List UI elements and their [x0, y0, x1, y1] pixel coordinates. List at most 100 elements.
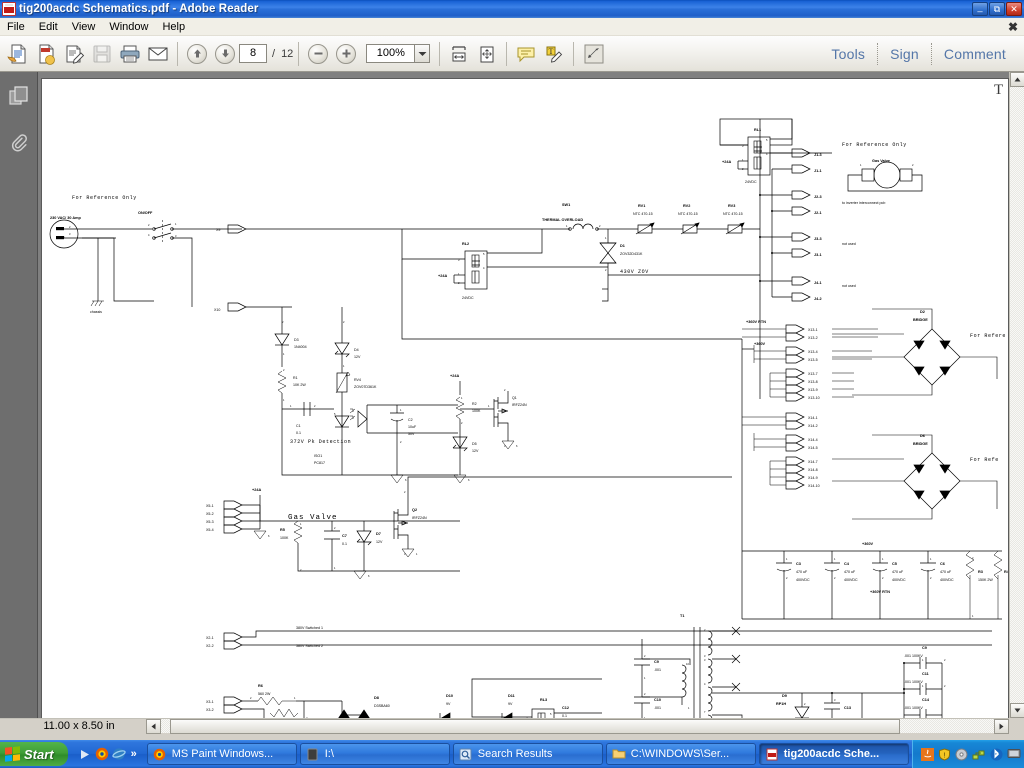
scroll-up-button[interactable]: [1010, 72, 1024, 87]
email-icon[interactable]: [144, 39, 172, 69]
bluetooth-icon[interactable]: [990, 747, 1003, 761]
taskbar-item-drive-i[interactable]: I:\: [299, 743, 450, 765]
document-viewport[interactable]: For Reference Only 230 VAC/ 30 Amp 2 3 4…: [38, 72, 1009, 718]
svg-text:1: 1: [294, 696, 296, 700]
page-thumbnails-icon[interactable]: [0, 72, 38, 120]
pdf-document-icon: [765, 747, 779, 761]
minimize-button[interactable]: _: [972, 2, 988, 16]
system-tray: ! 8:13 AM: [911, 740, 1024, 768]
start-button-label: Start: [24, 746, 54, 762]
svg-text:2: 2: [944, 658, 946, 662]
page-separator: /: [272, 47, 276, 60]
svg-text:1N4004: 1N4004: [294, 345, 307, 349]
svg-text:X14-8: X14-8: [808, 468, 818, 472]
svg-text:12V: 12V: [472, 449, 479, 453]
svg-text:1: 1: [175, 222, 177, 226]
menu-item-window[interactable]: Window: [102, 20, 155, 34]
svg-text:2: 2: [314, 404, 316, 408]
svg-text:1: 1: [343, 364, 345, 368]
start-button[interactable]: Start: [0, 742, 68, 766]
svg-text:1: 1: [688, 706, 690, 710]
scroll-left-button[interactable]: [146, 719, 161, 734]
highlight-text-icon[interactable]: T: [540, 39, 568, 69]
taskbar-item-search-results[interactable]: Search Results: [452, 743, 603, 765]
taskbar-item-adobe-reader[interactable]: tig200acdc Sche...: [758, 743, 909, 765]
display-icon[interactable]: [1007, 747, 1021, 761]
ie-icon[interactable]: [111, 747, 126, 761]
svg-text:400VDC: 400VDC: [796, 578, 810, 582]
toolbar-separator-4: [506, 41, 508, 66]
svg-text:400VDC: 400VDC: [892, 578, 906, 582]
scroll-down-button[interactable]: [1010, 703, 1024, 718]
network-icon[interactable]: [972, 747, 986, 761]
svg-text:RL3: RL3: [540, 698, 547, 702]
sticky-note-icon[interactable]: [512, 39, 540, 69]
svg-text:2: 2: [404, 490, 406, 494]
taskbar-item-mspaint[interactable]: MS Paint Windows...: [146, 743, 297, 765]
svg-text:C2: C2: [408, 418, 413, 422]
create-pdf-icon[interactable]: [32, 39, 60, 69]
previous-page-button[interactable]: [183, 39, 211, 69]
next-page-button[interactable]: [211, 39, 239, 69]
page-number-input[interactable]: 8: [239, 44, 267, 63]
tools-button[interactable]: Tools: [819, 46, 877, 62]
svg-text:C5: C5: [892, 562, 897, 566]
shield-warning-icon[interactable]: !: [938, 747, 951, 761]
scroll-right-button[interactable]: [994, 719, 1009, 734]
firefox-icon[interactable]: [95, 747, 109, 761]
menu-item-edit[interactable]: Edit: [32, 20, 65, 34]
sign-button[interactable]: Sign: [878, 46, 931, 62]
svg-text:D1: D1: [620, 244, 625, 248]
horizontal-scroll-thumb[interactable]: [170, 719, 900, 734]
menu-item-view[interactable]: View: [65, 20, 103, 34]
zoom-level-input[interactable]: 100%: [366, 44, 415, 63]
svg-text:470 uF: 470 uF: [940, 570, 952, 574]
horizontal-scrollbar[interactable]: [146, 718, 1009, 734]
svg-text:1: 1: [290, 404, 292, 408]
svg-text:12V: 12V: [354, 355, 361, 359]
chevron-down-icon[interactable]: [414, 44, 431, 63]
fit-page-icon[interactable]: [473, 39, 501, 69]
close-button[interactable]: ✕: [1006, 2, 1022, 16]
svg-text:X14-1: X14-1: [808, 416, 818, 420]
menu-item-help[interactable]: Help: [155, 20, 192, 34]
disc-icon[interactable]: [955, 747, 968, 761]
svg-text:+360V: +360V: [862, 542, 874, 546]
menu-item-file[interactable]: File: [0, 20, 32, 34]
svg-text:R3: R3: [978, 570, 983, 574]
svg-text:Q2: Q2: [412, 508, 417, 512]
fit-width-icon[interactable]: [445, 39, 473, 69]
restore-button[interactable]: ⧉: [989, 2, 1005, 16]
svg-text:1: 1: [400, 408, 402, 412]
close-document-button[interactable]: ✖: [1008, 20, 1018, 34]
window-titlebar: tig200acdc Schematics.pdf - Adobe Reader…: [0, 0, 1024, 18]
svg-text:X14-5: X14-5: [808, 446, 818, 450]
attachments-icon[interactable]: [0, 120, 38, 168]
schematic-drawing: For Reference Only 230 VAC/ 30 Amp 2 3 4…: [49, 118, 1008, 718]
windows-logo-icon: [5, 746, 20, 762]
svg-text:D5: D5: [472, 442, 477, 446]
comment-button[interactable]: Comment: [932, 46, 1024, 62]
open-file-icon[interactable]: [4, 39, 32, 69]
svg-text:D9: D9: [782, 694, 787, 698]
vertical-scrollbar[interactable]: [1009, 72, 1024, 718]
svg-text:+24A: +24A: [252, 488, 261, 492]
zoom-out-button[interactable]: [304, 39, 332, 69]
taskbar-item-windows-folder[interactable]: C:\WINDOWS\Ser...: [605, 743, 756, 765]
svg-text:D11: D11: [508, 694, 515, 698]
media-player-icon[interactable]: [78, 747, 92, 761]
full-screen-icon[interactable]: [579, 39, 609, 69]
svg-text:ISO1: ISO1: [314, 454, 322, 458]
svg-text:.001: .001: [654, 706, 661, 710]
edit-pdf-icon[interactable]: [60, 39, 88, 69]
svg-text:10K 2W: 10K 2W: [293, 383, 306, 387]
text-select-cursor-icon: T: [994, 82, 1004, 98]
quick-launch-overflow[interactable]: »: [131, 748, 137, 760]
java-icon[interactable]: [920, 747, 934, 761]
svg-text:X13-1: X13-1: [808, 328, 818, 332]
print-icon[interactable]: [116, 39, 144, 69]
zoom-in-button[interactable]: [332, 39, 360, 69]
svg-text:D4: D4: [354, 348, 359, 352]
svg-text:1: 1: [922, 684, 924, 688]
svg-text:X13-4: X13-4: [808, 350, 818, 354]
